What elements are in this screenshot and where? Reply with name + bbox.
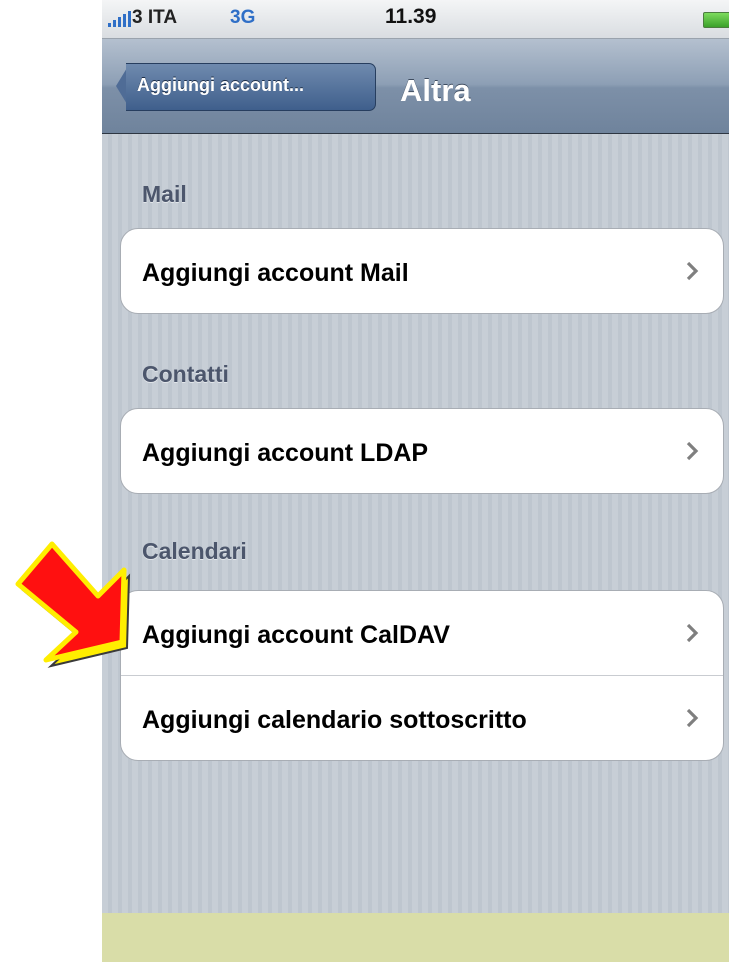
row-label: Aggiungi account LDAP — [142, 439, 429, 467]
clock: 11.39 — [385, 5, 437, 28]
chevron-right-icon — [686, 441, 699, 461]
chevron-right-icon — [686, 623, 699, 643]
chevron-right-icon — [686, 708, 699, 728]
row-label: Aggiungi account Mail — [142, 259, 409, 287]
annotation-arrow-icon — [15, 541, 131, 668]
row-add-mail-account[interactable]: Aggiungi account Mail — [121, 229, 723, 313]
page-title: Altra — [400, 73, 471, 108]
network-type: 3G — [230, 7, 256, 28]
back-button[interactable]: Aggiungi account... — [116, 63, 376, 111]
navigation-bar: Aggiungi account... Altra — [102, 39, 729, 134]
section-header-mail: Mail — [142, 181, 187, 207]
chevron-right-icon — [686, 261, 699, 281]
status-bar: 3 ITA 3G 11.39 — [102, 0, 729, 39]
row-label: Aggiungi calendario sottoscritto — [142, 706, 527, 734]
section-header-contacts: Contatti — [142, 361, 229, 387]
back-button-label: Aggiungi account... — [137, 75, 304, 95]
group-calendars: Aggiungi account CalDAV Aggiungi calenda… — [120, 590, 724, 761]
row-label: Aggiungi account CalDAV — [142, 621, 450, 649]
signal-strength-icon — [108, 11, 131, 27]
bottom-toolbar-strip — [102, 913, 729, 962]
row-add-ldap-account[interactable]: Aggiungi account LDAP — [121, 409, 723, 493]
group-contacts: Aggiungi account LDAP — [120, 408, 724, 494]
battery-icon — [703, 12, 729, 28]
phone-screen: 3 ITA 3G 11.39 Aggiungi account... Altra… — [102, 0, 729, 962]
row-add-caldav-account[interactable]: Aggiungi account CalDAV — [121, 591, 723, 675]
carrier-name: 3 ITA — [132, 7, 178, 28]
row-add-subscribed-calendar[interactable]: Aggiungi calendario sottoscritto — [121, 675, 723, 760]
group-mail: Aggiungi account Mail — [120, 228, 724, 314]
